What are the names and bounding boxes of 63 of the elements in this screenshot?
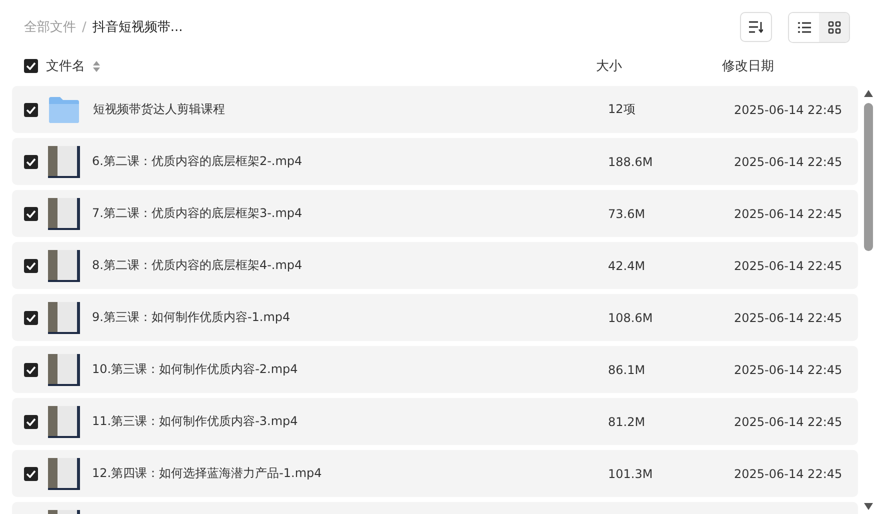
file-name[interactable]: 10.第三课：如何制作优质内容-2.mp4 <box>92 361 298 378</box>
modified-date: 2025-06-14 22:45 <box>734 466 842 480</box>
modified-date: 2025-06-14 22:45 <box>734 206 842 220</box>
file-size: 81.2M <box>608 414 646 428</box>
scroll-up-icon[interactable] <box>864 90 872 97</box>
row-checkbox[interactable] <box>24 154 38 168</box>
file-size: 108.6M <box>608 310 653 324</box>
file-size: 101.3M <box>608 466 653 480</box>
video-thumbnail <box>48 354 80 386</box>
select-all-checkbox[interactable] <box>24 59 38 73</box>
file-row[interactable]: 6.第二课：优质内容的底层框架2-.mp4 188.6M 2025-06-14 22:45 <box>12 138 858 185</box>
file-name[interactable]: 11.第三课：如何制作优质内容-3.mp4 <box>92 413 298 430</box>
file-size: 188.6M <box>608 154 653 168</box>
file-size: 73.6M <box>608 206 646 220</box>
row-checkbox[interactable] <box>24 310 38 324</box>
folder-icon <box>48 96 80 124</box>
video-thumbnail <box>48 302 80 334</box>
file-row[interactable]: 10.第三课：如何制作优质内容-2.mp4 86.1M 2025-06-14 22:45 <box>12 346 858 393</box>
row-checkbox[interactable] <box>24 258 38 272</box>
column-header: 大小 <box>596 59 622 74</box>
file-size: 42.4M <box>608 258 646 272</box>
row-checkbox[interactable] <box>24 466 38 480</box>
modified-date: 2025-06-14 22:45 <box>734 102 842 116</box>
row-checkbox[interactable] <box>24 206 38 220</box>
grid-view-button[interactable] <box>819 12 849 42</box>
modified-date: 2025-06-14 22:45 <box>734 310 842 324</box>
row-checkbox[interactable] <box>24 414 38 428</box>
file-row[interactable]: 11.第三课：如何制作优质内容-3.mp4 81.2M 2025-06-14 22:45 <box>12 398 858 445</box>
file-row[interactable]: 12.第四课：如何选择蓝海潜力产品-1.mp4 101.3M 2025-06-14 22:45 <box>12 450 858 497</box>
file-size: 86.1M <box>608 362 646 376</box>
file-row[interactable]: 8.第二课：优质内容的底层框架4-.mp4 42.4M 2025-06-14 22:45 <box>12 242 858 289</box>
breadcrumb-separator: / <box>82 20 86 34</box>
modified-date: 2025-06-14 22:45 <box>734 258 842 272</box>
scrollbar-thumb[interactable] <box>864 103 872 251</box>
file-name[interactable]: 7.第二课：优质内容的底层框架3-.mp4 <box>92 205 302 222</box>
video-thumbnail <box>48 198 80 230</box>
sort-icon <box>749 21 763 33</box>
file-name[interactable]: 短视频带货达人剪辑课程 <box>93 101 225 118</box>
breadcrumb-link[interactable]: 抖音短视频带... <box>92 18 183 36</box>
scroll-down-icon[interactable] <box>864 503 872 510</box>
modified-date: 2025-06-14 22:45 <box>734 414 842 428</box>
list-icon <box>798 22 810 32</box>
column-header: 修改日期 <box>722 59 774 74</box>
sort-arrows-icon <box>93 60 100 72</box>
video-thumbnail <box>48 406 80 438</box>
file-row[interactable]: 7.第二课：优质内容的底层框架3-.mp4 73.6M 2025-06-14 22:45 <box>12 190 858 237</box>
file-row[interactable]: 短视频带货达人剪辑课程 12项 2025-06-14 22:45 <box>12 86 858 133</box>
grid-icon <box>828 20 840 34</box>
file-name[interactable]: 12.第四课：如何选择蓝海潜力产品-1.mp4 <box>92 465 322 482</box>
modified-date: 2025-06-14 22:45 <box>734 154 842 168</box>
column-header[interactable]: 文件名 <box>46 57 85 75</box>
file-row[interactable]: 9.第三课：如何制作优质内容-1.mp4 108.6M 2025-06-14 22:45 <box>12 294 858 341</box>
file-name[interactable]: 8.第二课：优质内容的底层框架4-.mp4 <box>92 257 302 274</box>
video-thumbnail <box>48 458 80 490</box>
row-checkbox[interactable] <box>24 362 38 376</box>
video-thumbnail <box>48 146 80 178</box>
file-size: 12项 <box>608 102 636 116</box>
video-thumbnail <box>48 250 80 282</box>
file-name[interactable]: 9.第三课：如何制作优质内容-1.mp4 <box>92 309 290 326</box>
file-name[interactable]: 6.第二课：优质内容的底层框架2-.mp4 <box>92 153 302 170</box>
sort-button[interactable] <box>740 12 772 42</box>
modified-date: 2025-06-14 22:45 <box>734 362 842 376</box>
row-checkbox[interactable] <box>24 102 38 116</box>
